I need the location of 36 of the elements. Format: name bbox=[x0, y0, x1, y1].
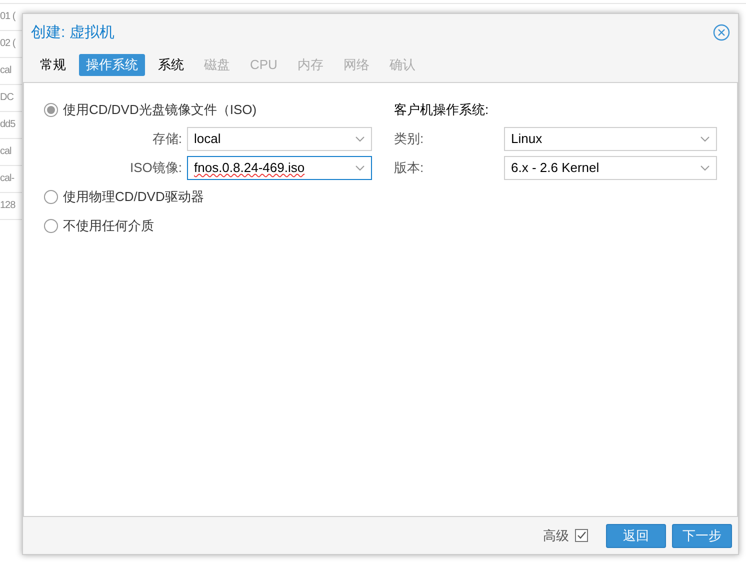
list-text: dd5 bbox=[0, 119, 16, 130]
tab[interactable]: 常规 bbox=[33, 54, 73, 76]
caret-icon bbox=[355, 136, 365, 142]
caret-icon bbox=[700, 164, 710, 170]
field-label: 版本: bbox=[394, 158, 425, 176]
radio-label: 不使用任何介质 bbox=[63, 216, 154, 234]
field-label: 类别: bbox=[394, 130, 425, 148]
dropdown-field[interactable]: 6.x - 2.6 Kernel bbox=[504, 156, 717, 180]
radio-label: 使用CD/DVD光盘镜像文件（ISO) bbox=[63, 100, 257, 118]
advanced-label: 高级 bbox=[543, 526, 569, 544]
section-heading: 客户机操作系统: bbox=[394, 100, 489, 118]
dropdown-field[interactable]: local bbox=[187, 126, 372, 150]
list-text: DC bbox=[0, 92, 14, 103]
radio-button[interactable] bbox=[44, 218, 58, 232]
radio-button[interactable] bbox=[44, 102, 58, 116]
field-label: 存储: bbox=[151, 130, 182, 148]
caret-icon bbox=[355, 164, 365, 170]
dropdown-field[interactable]: Linux bbox=[504, 126, 717, 150]
field-label: ISO镜像: bbox=[128, 158, 182, 176]
caret-icon bbox=[700, 136, 710, 142]
list-text: cal- bbox=[0, 173, 14, 184]
list-text: 02 ( bbox=[0, 38, 16, 49]
list-text: 128 bbox=[0, 200, 16, 211]
dialog-button[interactable]: 返回 bbox=[606, 524, 666, 548]
list-text: cal bbox=[0, 65, 12, 76]
radio-button[interactable] bbox=[44, 190, 58, 204]
dialog-title: 创建: 虚拟机 bbox=[31, 22, 114, 42]
tab[interactable]: 操作系统 bbox=[79, 54, 145, 76]
list-text: 01 ( bbox=[0, 11, 16, 22]
list-text: cal bbox=[0, 146, 12, 157]
checkbox[interactable] bbox=[575, 529, 588, 542]
tab[interactable]: 系统 bbox=[151, 54, 191, 76]
dialog-button[interactable]: 下一步 bbox=[672, 524, 732, 548]
dropdown-field[interactable]: fnos.0.8.24-469.iso bbox=[187, 156, 372, 180]
close-icon[interactable] bbox=[713, 24, 730, 40]
radio-label: 使用物理CD/DVD驱动器 bbox=[63, 188, 204, 206]
